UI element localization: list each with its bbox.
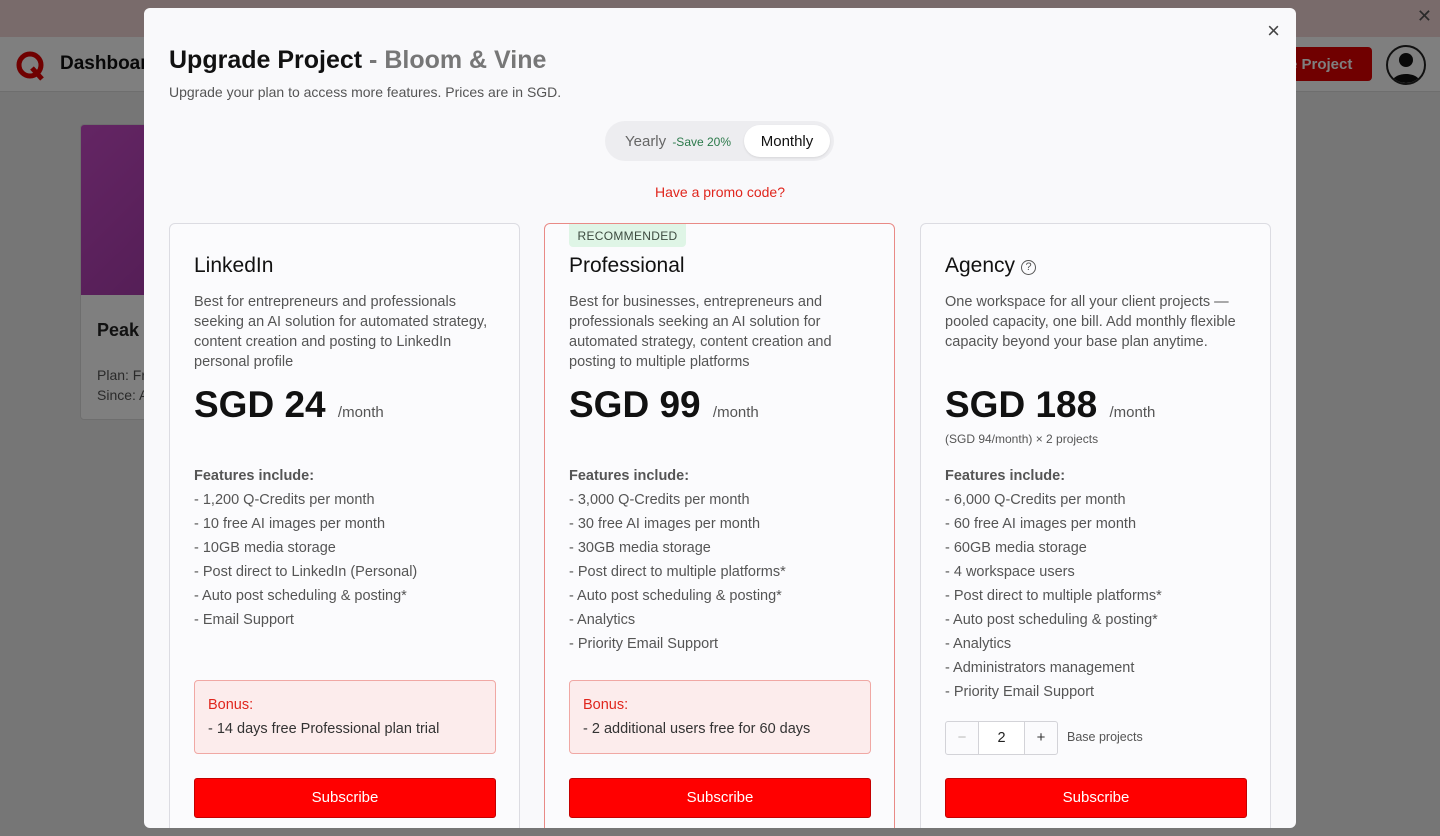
plan-name: LinkedIn bbox=[194, 254, 274, 277]
feature-item: - 6,000 Q-Credits per month bbox=[945, 492, 1126, 508]
plan-name: Professional bbox=[569, 254, 685, 277]
feature-item: - Priority Email Support bbox=[945, 684, 1095, 700]
price-period: /month bbox=[337, 404, 384, 421]
plan-card-agency: Agency? One workspace for all your clien… bbox=[920, 223, 1271, 828]
yearly-label: Yearly bbox=[625, 133, 667, 150]
close-icon[interactable]: × bbox=[1267, 18, 1280, 44]
feature-item: - 3,000 Q-Credits per month bbox=[569, 492, 750, 508]
bonus-title: Bonus: bbox=[583, 697, 629, 713]
feature-item: - Post direct to multiple platforms* bbox=[569, 564, 786, 580]
feature-list: - 3,000 Q-Credits per month - 30 free AI… bbox=[569, 488, 786, 656]
recommended-badge: RECOMMENDED bbox=[569, 224, 686, 247]
billing-toggle: Yearly -Save 20% Monthly bbox=[605, 121, 834, 161]
modal-project-name: - Bloom & Vine bbox=[362, 46, 547, 74]
plan-price: SGD 99 /month bbox=[569, 384, 759, 426]
decrement-button[interactable]: − bbox=[945, 721, 979, 755]
quantity-input[interactable]: 2 bbox=[978, 721, 1025, 755]
subscribe-button-linkedin[interactable]: Subscribe bbox=[194, 778, 496, 818]
modal-title: Upgrade Project - Bloom & Vine bbox=[169, 46, 546, 75]
bonus-title: Bonus: bbox=[208, 697, 254, 713]
feature-item: - 30GB media storage bbox=[569, 540, 711, 556]
plan-price: SGD 24 /month bbox=[194, 384, 384, 426]
save-badge: -Save 20% bbox=[672, 135, 732, 149]
feature-item: - 10GB media storage bbox=[194, 540, 336, 556]
features-heading: Features include: bbox=[569, 468, 690, 484]
promo-code-link[interactable]: Have a promo code? bbox=[144, 184, 1296, 200]
feature-item: - Analytics bbox=[569, 612, 636, 628]
feature-item: - 60 free AI images per month bbox=[945, 516, 1137, 532]
features-heading: Features include: bbox=[194, 468, 315, 484]
modal-subtitle: Upgrade your plan to access more feature… bbox=[169, 84, 562, 100]
feature-item: - Analytics bbox=[945, 636, 1012, 652]
bonus-box: Bonus: - 2 additional users free for 60 … bbox=[569, 680, 871, 754]
yearly-option[interactable]: Yearly -Save 20% bbox=[625, 133, 731, 150]
stepper-label: Base projects bbox=[1067, 730, 1143, 744]
price-period: /month bbox=[712, 404, 759, 421]
plan-name-text: Agency bbox=[945, 254, 1016, 277]
feature-item: - 60GB media storage bbox=[945, 540, 1087, 556]
feature-item: - Auto post scheduling & posting* bbox=[945, 612, 1158, 628]
bonus-text: - 14 days free Professional plan trial bbox=[208, 721, 440, 737]
feature-item: - Priority Email Support bbox=[569, 636, 719, 652]
monthly-option[interactable]: Monthly bbox=[744, 125, 830, 157]
feature-item: - 10 free AI images per month bbox=[194, 516, 386, 532]
plan-description: Best for entrepreneurs and professionals… bbox=[194, 294, 488, 370]
feature-item: - 1,200 Q-Credits per month bbox=[194, 492, 375, 508]
price-value: SGD 99 bbox=[569, 384, 701, 425]
upgrade-modal: × Upgrade Project - Bloom & Vine Upgrade… bbox=[144, 8, 1296, 828]
feature-item: - 30 free AI images per month bbox=[569, 516, 761, 532]
modal-title-text: Upgrade Project bbox=[169, 46, 363, 74]
plan-description: One workspace for all your client projec… bbox=[945, 294, 1236, 350]
feature-item: - Post direct to multiple platforms* bbox=[945, 588, 1162, 604]
bonus-text: - 2 additional users free for 60 days bbox=[583, 721, 811, 737]
plan-price: SGD 188 /month bbox=[945, 384, 1155, 426]
feature-list: - 6,000 Q-Credits per month - 60 free AI… bbox=[945, 488, 1162, 704]
price-note: (SGD 94/month) × 2 projects bbox=[945, 432, 1099, 446]
subscribe-button-professional[interactable]: Subscribe bbox=[569, 778, 871, 818]
feature-item: - Auto post scheduling & posting* bbox=[194, 588, 407, 604]
feature-item: - Email Support bbox=[194, 612, 294, 628]
subscribe-button-agency[interactable]: Subscribe bbox=[945, 778, 1247, 818]
plan-card-professional: RECOMMENDED Professional Best for busine… bbox=[544, 223, 895, 828]
price-period: /month bbox=[1109, 404, 1156, 421]
feature-list: - 1,200 Q-Credits per month - 10 free AI… bbox=[194, 488, 417, 632]
plan-name: Agency? bbox=[945, 254, 1037, 278]
price-value: SGD 24 bbox=[194, 384, 326, 425]
feature-item: - Post direct to LinkedIn (Personal) bbox=[194, 564, 418, 580]
plan-card-linkedin: LinkedIn Best for entrepreneurs and prof… bbox=[169, 223, 520, 828]
feature-item: - 4 workspace users bbox=[945, 564, 1075, 580]
features-heading: Features include: bbox=[945, 468, 1066, 484]
feature-item: - Auto post scheduling & posting* bbox=[569, 588, 782, 604]
help-icon[interactable]: ? bbox=[1021, 260, 1037, 275]
bonus-box: Bonus: - 14 days free Professional plan … bbox=[194, 680, 496, 754]
feature-item: - Administrators management bbox=[945, 660, 1135, 676]
increment-button[interactable]: + bbox=[1024, 721, 1058, 755]
plan-description: Best for businesses, entrepreneurs and p… bbox=[569, 294, 832, 370]
price-value: SGD 188 bbox=[945, 384, 1098, 425]
